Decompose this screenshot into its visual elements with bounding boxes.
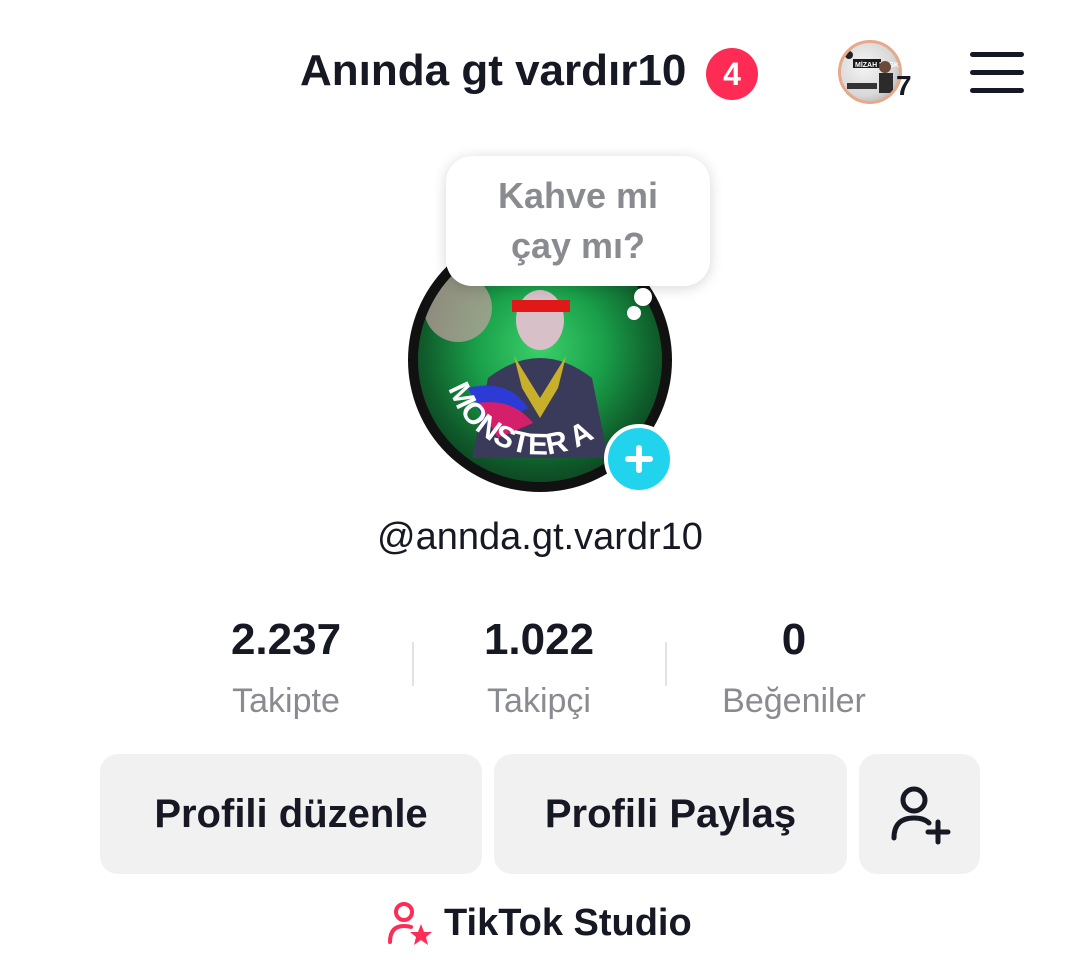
story-avatar[interactable]: MİZAH BASKINI bbox=[838, 40, 902, 104]
stat-following-label: Takipte bbox=[232, 682, 340, 720]
username: @annda.gt.vardr10 bbox=[377, 516, 703, 558]
tiktok-studio-link[interactable]: TikTok Studio bbox=[386, 898, 692, 948]
studio-icon bbox=[388, 902, 432, 945]
stat-divider bbox=[665, 642, 667, 686]
note-bubble-tail-dot bbox=[627, 306, 641, 320]
stat-likes[interactable]: 0 Beğeniler bbox=[674, 612, 914, 721]
notification-badge: 4 bbox=[706, 48, 758, 100]
stat-divider bbox=[412, 642, 414, 686]
add-story-button[interactable] bbox=[604, 424, 674, 494]
stat-followers[interactable]: 1.022 Takipçi bbox=[419, 612, 659, 721]
menu-icon[interactable] bbox=[968, 50, 1026, 96]
note-text: Kahve mi çay mı? bbox=[497, 175, 659, 266]
stat-following-value: 2.237 bbox=[230, 615, 342, 664]
stat-likes-label: Beğeniler bbox=[722, 682, 866, 720]
stat-followers-label: Takipçi bbox=[487, 682, 591, 720]
stat-followers-value: 1.022 bbox=[483, 615, 595, 664]
stat-following[interactable]: 2.237 Takipte bbox=[166, 612, 406, 721]
story-avatar-text: MİZAH BASKINI bbox=[855, 61, 899, 69]
story-avatar-image: MİZAH BASKINI bbox=[845, 51, 899, 93]
plus-icon bbox=[625, 445, 653, 473]
tiktok-studio-label: TikTok Studio bbox=[444, 901, 692, 944]
note-bubble-tail bbox=[634, 288, 652, 306]
edit-profile-button[interactable]: Profili düzenle bbox=[100, 754, 482, 874]
share-profile-button[interactable]: Profili Paylaş bbox=[494, 754, 847, 874]
add-user-icon bbox=[891, 786, 950, 845]
note-bubble[interactable]: Kahve mi çay mı? bbox=[446, 156, 710, 286]
account-title[interactable]: Anında gt vardır10 bbox=[300, 46, 686, 96]
story-count: 7 bbox=[896, 70, 912, 101]
stat-likes-value: 0 bbox=[781, 615, 807, 664]
add-friend-button[interactable] bbox=[859, 754, 980, 874]
